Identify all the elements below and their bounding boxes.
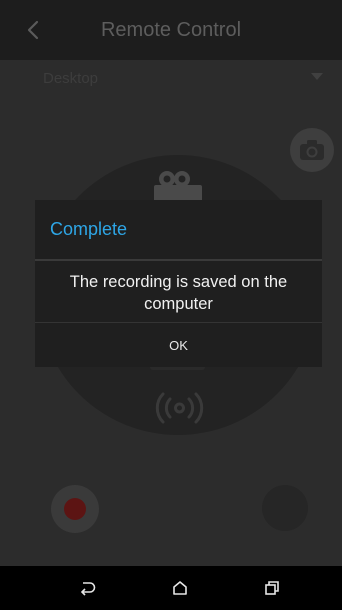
nav-recents-button[interactable] — [260, 576, 284, 600]
record-button[interactable] — [51, 485, 99, 533]
complete-dialog: Complete The recording is saved on the c… — [35, 200, 322, 367]
camera-icon — [300, 140, 324, 160]
remote-control-screen: Remote Control Desktop Complete The reco… — [0, 0, 342, 610]
stop-button[interactable] — [262, 485, 308, 531]
app-bar: Remote Control — [0, 0, 342, 60]
source-select-value: Desktop — [43, 70, 99, 87]
snapshot-button[interactable] — [290, 128, 334, 172]
home-icon — [173, 581, 187, 595]
record-icon — [64, 498, 86, 520]
nav-home-button[interactable] — [168, 576, 192, 600]
source-select[interactable]: Desktop — [43, 65, 323, 93]
app-title: Remote Control — [100, 19, 242, 41]
back-icon — [80, 582, 96, 596]
nav-back-button[interactable] — [75, 576, 99, 600]
video-camera-icon[interactable] — [148, 163, 208, 203]
broadcast-icon[interactable] — [152, 388, 207, 428]
dialog-title-divider — [35, 259, 322, 261]
dialog-ok-button[interactable]: OK — [35, 323, 322, 367]
dialog-title: Complete — [50, 219, 128, 239]
dialog-message: The recording is saved on the computer — [69, 273, 288, 313]
recents-icon — [265, 581, 279, 595]
system-nav-bar — [0, 566, 342, 610]
dropdown-triangle-icon — [311, 73, 323, 80]
